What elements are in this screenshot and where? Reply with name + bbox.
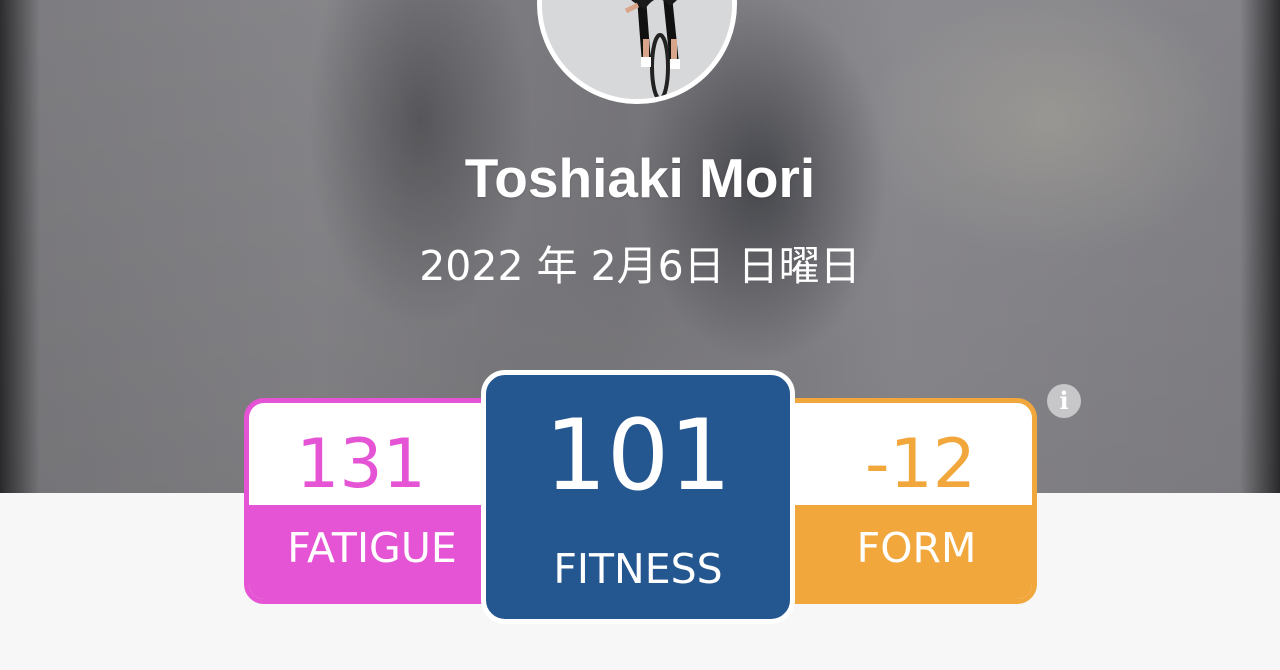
fatigue-value: 131: [296, 425, 426, 504]
fitness-value: 101: [544, 399, 732, 513]
info-icon-glyph: i: [1059, 386, 1069, 415]
form-value: -12: [864, 425, 977, 504]
info-icon[interactable]: i: [1047, 384, 1081, 418]
fitness-label: FITNESS: [553, 545, 723, 593]
fatigue-label: FATIGUE: [249, 505, 509, 599]
fitness-card[interactable]: 101 FITNESS: [481, 370, 795, 624]
form-card[interactable]: -12 FORM: [768, 398, 1037, 604]
fatigue-card[interactable]: 131 FATIGUE: [244, 398, 514, 604]
form-label: FORM: [787, 505, 1032, 599]
user-name: Toshiaki Mori: [464, 147, 816, 209]
current-date: 2022 年 2月6日 日曜日: [419, 242, 861, 290]
